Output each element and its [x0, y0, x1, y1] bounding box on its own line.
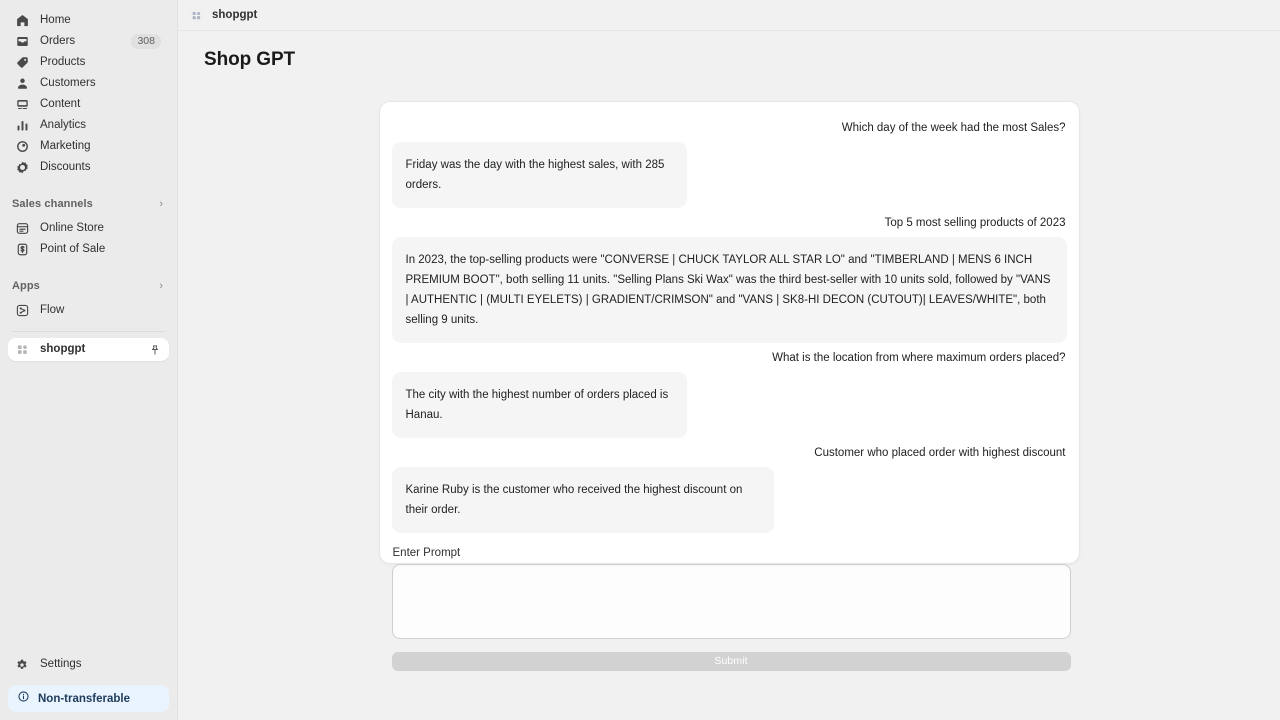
chat-message-bot-row: Friday was the day with the highest sale… [391, 141, 1067, 208]
sidebar-item-label: Orders [40, 34, 76, 47]
sidebar-item-orders[interactable]: Orders 308 [8, 31, 169, 52]
app-root: Home Orders 308 Products Customers Conte… [0, 0, 1280, 720]
sidebar-item-online-store[interactable]: Online Store [8, 218, 169, 239]
chat-message-bot: The city with the highest number of orde… [391, 371, 687, 439]
chat-message-bot: Karine Ruby is the customer who received… [391, 466, 774, 533]
sidebar-item-label: Discounts [40, 160, 91, 173]
content-icon [14, 97, 30, 113]
sidebar-item-label: Content [40, 97, 81, 110]
non-transferable-label: Non-transferable [38, 692, 131, 705]
apps-section-header[interactable]: Apps › [0, 276, 177, 296]
sidebar-item-label: Home [40, 13, 71, 26]
sidebar-divider [12, 331, 165, 332]
chat-message-user: What is the location from where maximum … [772, 352, 1066, 365]
sidebar: Home Orders 308 Products Customers Conte… [0, 0, 178, 720]
apps-title: Apps [12, 280, 40, 292]
sidebar-item-label: Flow [40, 303, 65, 316]
page-title: Shop GPT [204, 49, 296, 70]
sidebar-item-home[interactable]: Home [8, 10, 169, 31]
chat-message-user: Customer who placed order with highest d… [814, 447, 1066, 460]
flow-icon [14, 303, 30, 319]
sidebar-item-label: Online Store [40, 221, 104, 234]
app-icon [188, 7, 204, 23]
sidebar-item-label: Point of Sale [40, 242, 106, 255]
sidebar-item-flow[interactable]: Flow [8, 300, 169, 321]
sidebar-item-point-of-sale[interactable]: Point of Sale [8, 239, 169, 260]
sidebar-item-content[interactable]: Content [8, 94, 169, 115]
analytics-icon [14, 118, 30, 134]
chat-message-bot-row: In 2023, the top-selling products were "… [391, 236, 1067, 344]
sidebar-item-label: Settings [40, 657, 82, 670]
home-icon [14, 13, 30, 29]
marketing-icon [14, 139, 30, 155]
breadcrumb: shopgpt [178, 0, 1280, 31]
apps-list: Flow [0, 300, 177, 321]
content-wrapper: Which day of the week had the most Sales… [178, 71, 1280, 720]
non-transferable-banner[interactable]: Non-transferable [8, 685, 169, 712]
orders-count-badge: 308 [131, 33, 161, 50]
breadcrumb-label[interactable]: shopgpt [212, 9, 257, 21]
sidebar-item-settings[interactable]: Settings [8, 654, 169, 675]
sales-channels-section-header[interactable]: Sales channels › [0, 194, 177, 214]
chat-message-user: Top 5 most selling products of 2023 [884, 216, 1066, 229]
sidebar-item-customers[interactable]: Customers [8, 73, 169, 94]
online-store-icon [14, 221, 30, 237]
sales-channels-list: Online Store Point of Sale [0, 218, 177, 260]
chevron-right-icon: › [159, 197, 163, 210]
sidebar-item-shopgpt[interactable]: shopgpt [8, 338, 169, 361]
customers-icon [14, 76, 30, 92]
sidebar-item-discounts[interactable]: Discounts [8, 157, 169, 178]
sidebar-item-label: shopgpt [40, 342, 86, 355]
sidebar-item-label: Products [40, 55, 86, 68]
sidebar-item-label: Customers [40, 76, 96, 89]
prompt-label: Enter Prompt [392, 546, 461, 559]
products-icon [14, 55, 30, 71]
shopgpt-icon [14, 342, 30, 358]
gear-icon [14, 657, 30, 673]
main-area: shopgpt Shop GPT Which day of the week h… [178, 0, 1280, 720]
sidebar-item-products[interactable]: Products [8, 52, 169, 73]
discounts-icon [14, 160, 30, 176]
chat-message-user: Which day of the week had the most Sales… [841, 122, 1066, 134]
sales-channels-title: Sales channels [12, 198, 93, 210]
chat-message-bot: In 2023, the top-selling products were "… [391, 236, 1067, 344]
submit-button[interactable]: Submit [391, 651, 1071, 671]
chat-message-bot-row: Karine Ruby is the customer who received… [391, 466, 1067, 533]
sidebar-item-analytics[interactable]: Analytics [8, 115, 169, 136]
sidebar-item-label: Marketing [40, 139, 91, 152]
point-of-sale-icon [14, 242, 30, 258]
sidebar-nav: Home Orders 308 Products Customers Conte… [0, 10, 177, 178]
prompt-input[interactable] [391, 563, 1071, 639]
sidebar-footer: Settings Non-transferable [0, 654, 177, 720]
chevron-right-icon: › [159, 279, 163, 292]
sidebar-item-label: Analytics [40, 118, 87, 131]
chat-card: Which day of the week had the most Sales… [378, 101, 1080, 671]
sidebar-item-marketing[interactable]: Marketing [8, 136, 169, 157]
pin-icon[interactable] [146, 341, 164, 359]
chat-message-bot: Friday was the day with the highest sale… [391, 141, 687, 208]
info-icon [17, 690, 30, 708]
chat-message-bot-row: The city with the highest number of orde… [391, 371, 1067, 439]
orders-icon [14, 34, 30, 50]
